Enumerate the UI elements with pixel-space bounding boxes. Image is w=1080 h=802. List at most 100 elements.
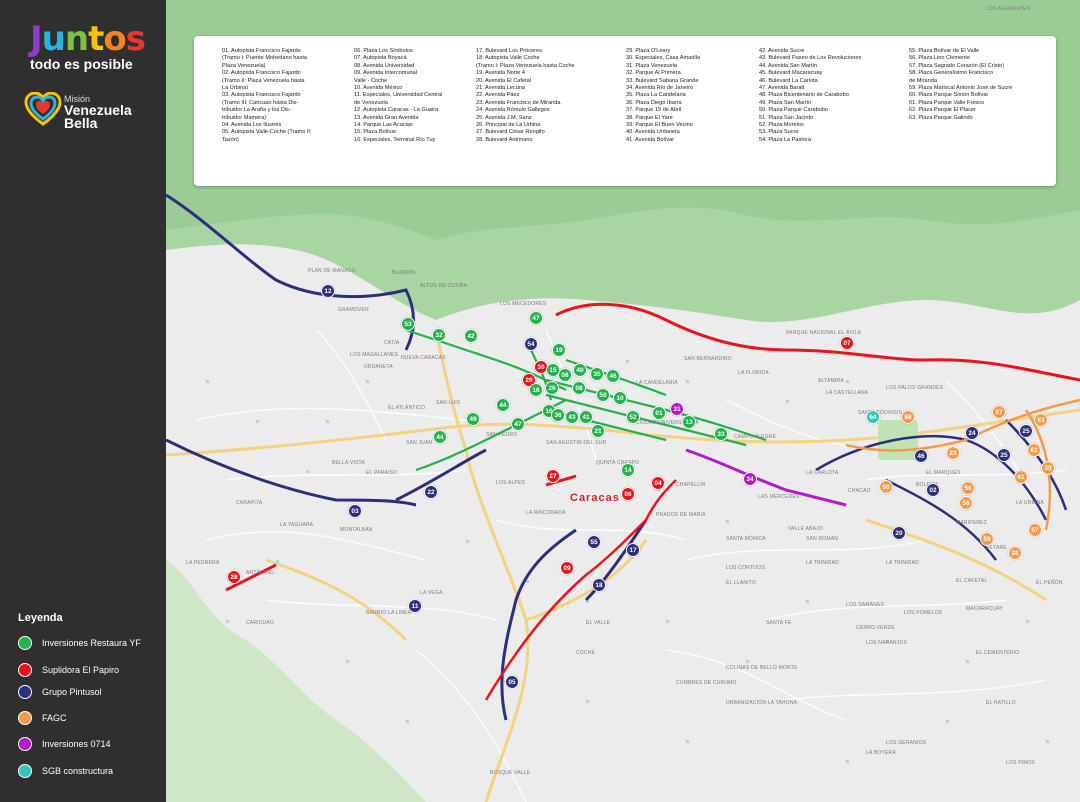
- route-marker-32[interactable]: 32: [432, 328, 446, 342]
- route-marker-61[interactable]: 61: [1014, 470, 1028, 484]
- index-column-6: 55. Plaza Bolívar de El Valle 56. Plaza L…: [909, 48, 1012, 122]
- route-marker-43[interactable]: 43: [565, 410, 579, 424]
- route-marker-64[interactable]: 64: [866, 410, 880, 424]
- index-entry: 41. Avenida Bolívar: [626, 136, 675, 143]
- place-label: LA PEDRERA: [186, 560, 220, 566]
- place-label: LOS PINOS: [1006, 760, 1035, 766]
- index-entry: 38. Parque El Yare: [626, 114, 673, 121]
- index-entry: 30. Especiales, Casa Amarilla: [626, 55, 700, 62]
- route-marker-16[interactable]: 16: [529, 383, 543, 397]
- place-label: LOS CORTIJOS: [726, 565, 765, 571]
- route-marker-60[interactable]: 60: [879, 480, 893, 494]
- place-label: PARQUE NACIONAL EL ÁVILA: [786, 330, 862, 336]
- place-label: SAN ROMÁN: [806, 536, 839, 542]
- route-marker-54[interactable]: 54: [524, 337, 538, 351]
- route-marker-25[interactable]: 25: [1019, 424, 1033, 438]
- route-marker-39[interactable]: 39: [1041, 461, 1055, 475]
- legend-dot-teal: [18, 764, 32, 778]
- index-entry: 31. Plaza Venezuela: [626, 62, 678, 69]
- route-marker-09[interactable]: 09: [560, 561, 574, 575]
- route-marker-03[interactable]: 03: [348, 504, 362, 518]
- route-marker-02[interactable]: 02: [926, 483, 940, 497]
- route-marker-23[interactable]: 23: [946, 446, 960, 460]
- route-marker-17[interactable]: 17: [626, 543, 640, 557]
- route-marker-44b[interactable]: 44: [433, 430, 447, 444]
- place-label: CARAPITA: [236, 500, 263, 506]
- route-marker-59[interactable]: 59: [980, 532, 994, 546]
- route-marker-20[interactable]: 20: [892, 526, 906, 540]
- route-marker-40[interactable]: 40: [573, 363, 587, 377]
- route-marker-38[interactable]: 38: [1008, 546, 1022, 560]
- place-label: PLAN DE MANACO: [308, 268, 356, 274]
- index-entry: 12. Autopista Caracas - La Guaira: [354, 107, 439, 114]
- route-marker-52[interactable]: 52: [626, 410, 640, 424]
- route-marker-22[interactable]: 22: [424, 485, 438, 499]
- route-marker-08b[interactable]: 08: [572, 381, 586, 395]
- index-entry: 36. Plaza Diego Ibarra: [626, 99, 682, 106]
- index-entry: 62. Plaza Parque El Placer: [909, 107, 976, 114]
- legend-dot-navy: [18, 685, 32, 699]
- route-marker-12[interactable]: 12: [321, 284, 335, 298]
- route-marker-53[interactable]: 53: [401, 317, 415, 331]
- index-entry: 20. Avenida El Cafetal: [476, 77, 531, 84]
- route-marker-50[interactable]: 50: [596, 388, 610, 402]
- route-marker-56b[interactable]: 56: [959, 496, 973, 510]
- index-entry: 58. Plaza Generalísimo Francisco: [909, 70, 993, 77]
- route-marker-49[interactable]: 49: [466, 412, 480, 426]
- route-marker-26[interactable]: 26: [545, 381, 559, 395]
- route-marker-07[interactable]: 07: [840, 336, 854, 350]
- route-marker-10[interactable]: 10: [613, 391, 627, 405]
- route-marker-56[interactable]: 56: [961, 481, 975, 495]
- route-marker-18[interactable]: 18: [592, 578, 606, 592]
- route-marker-55[interactable]: 55: [587, 535, 601, 549]
- sidebar: Juntos todo es posible Misión Venezuela …: [0, 0, 166, 802]
- route-marker-44[interactable]: 44: [496, 398, 510, 412]
- route-marker-24[interactable]: 24: [965, 426, 979, 440]
- route-marker-27[interactable]: 27: [546, 469, 560, 483]
- route-marker-57[interactable]: 57: [992, 405, 1006, 419]
- route-marker-63[interactable]: 63: [1034, 413, 1048, 427]
- route-marker-46[interactable]: 46: [606, 369, 620, 383]
- route-marker-05[interactable]: 05: [505, 675, 519, 689]
- route-marker-11[interactable]: 11: [408, 599, 422, 613]
- route-marker-58[interactable]: 58: [901, 410, 915, 424]
- route-marker-36[interactable]: 36: [551, 408, 565, 422]
- route-marker-06[interactable]: 06: [621, 487, 635, 501]
- mision-title: Venezuela Bella: [64, 102, 132, 131]
- route-marker-25b[interactable]: 25: [997, 448, 1011, 462]
- route-marker-14[interactable]: 14: [621, 463, 635, 477]
- index-entry: 22. Avenida Páez: [476, 92, 520, 99]
- route-marker-47[interactable]: 47: [529, 311, 543, 325]
- route-marker-35[interactable]: 35: [590, 367, 604, 381]
- route-marker-13[interactable]: 13: [682, 415, 696, 429]
- place-label: SANTA EDUVIGIS: [858, 410, 903, 416]
- index-entry: 11. Especiales, Universidad Central: [354, 92, 443, 99]
- route-marker-04[interactable]: 04: [651, 476, 665, 490]
- place-label: COLINAS DE BELLO MONTE: [726, 665, 798, 671]
- route-marker-57b[interactable]: 57: [1028, 523, 1042, 537]
- route-marker-21[interactable]: 21: [591, 424, 605, 438]
- route-marker-62[interactable]: 62: [1027, 443, 1041, 457]
- route-marker-41[interactable]: 41: [579, 410, 593, 424]
- route-marker-31[interactable]: 31: [670, 402, 684, 416]
- index-entry: 37. Parque 19 de Abril: [626, 107, 682, 114]
- route-marker-01[interactable]: 01: [652, 406, 666, 420]
- route-marker-19[interactable]: 19: [552, 343, 566, 357]
- index-entry: (Tramo I: Puente Mohedano hasta: [222, 55, 307, 62]
- index-entry: (Tramo III: Caricuao hasta Dis-: [222, 99, 299, 106]
- place-label: EL PEÑÓN: [1036, 580, 1063, 586]
- place-label: BELLA VISTA: [332, 460, 365, 466]
- index-entry: 09. Avenida Intercomunal: [354, 70, 418, 77]
- route-marker-46b[interactable]: 46: [914, 449, 928, 463]
- route-marker-28[interactable]: 28: [227, 570, 241, 584]
- index-entry: 44. Avenida San Martín: [759, 62, 818, 69]
- route-marker-34[interactable]: 34: [743, 472, 757, 486]
- route-marker-08[interactable]: 08: [558, 368, 572, 382]
- index-entry: 51. Plaza San Jacinto: [759, 114, 814, 121]
- route-marker-33[interactable]: 33: [714, 427, 728, 441]
- route-marker-47b[interactable]: 47: [511, 417, 525, 431]
- index-entry: 47. Avenida Baralt: [759, 85, 805, 92]
- route-marker-42[interactable]: 42: [464, 329, 478, 343]
- place-label: LA TRINIDAD: [886, 560, 919, 566]
- index-entry: 52. Plaza Morelos: [759, 122, 804, 129]
